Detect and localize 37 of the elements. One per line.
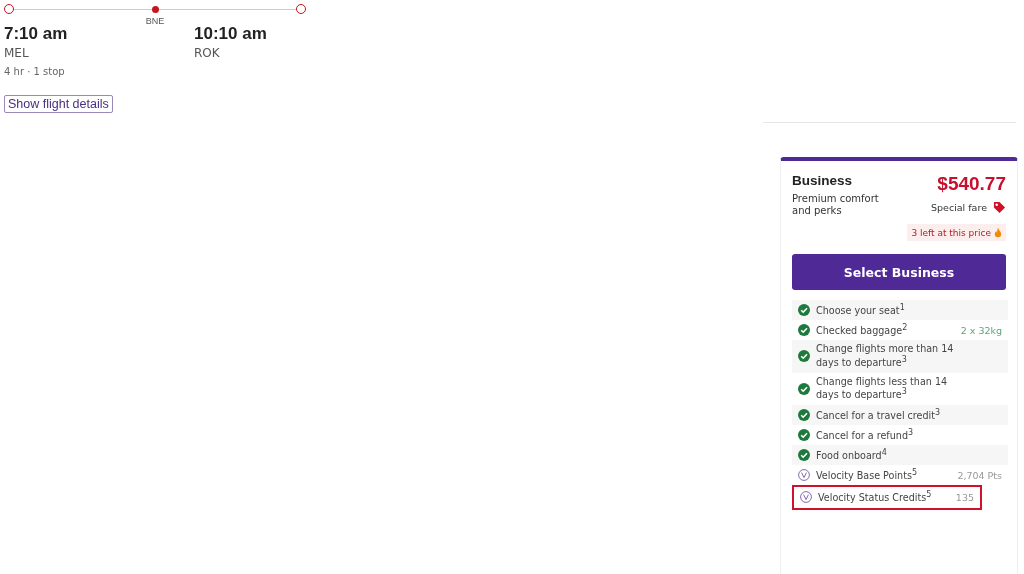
fare-description: Premium comfort and perks	[792, 193, 880, 217]
feature-value: 135	[955, 491, 974, 503]
arrival-time: 10:10 am	[194, 24, 268, 44]
feature-label: Cancel for a refund$^{3}$	[816, 427, 915, 442]
check-icon	[798, 408, 810, 421]
flight-summary: 4 hr · 1 stop	[4, 66, 66, 77]
special-fare-label: Special fare	[931, 202, 987, 213]
fare-price: $540.77	[936, 173, 1006, 195]
fare-name: Business	[792, 173, 854, 188]
feature-label: Velocity Base Points$^{5}$	[816, 468, 918, 483]
availability-badge: 3 left at this price	[907, 224, 1006, 241]
select-fare-button[interactable]: Select Business	[792, 254, 1006, 290]
show-details-button[interactable]: Show flight details	[4, 95, 113, 113]
stop-marker	[151, 5, 159, 13]
tag-icon	[993, 201, 1006, 214]
arrival-airport: ROK	[194, 46, 221, 60]
feature-label: Cancel for a travel credit$^{3}$	[816, 407, 942, 422]
check-icon	[798, 428, 810, 441]
check-icon	[798, 324, 810, 337]
check-icon	[798, 382, 810, 395]
feature-label: Choose your seat$^{1}$	[816, 303, 906, 318]
feature-label: Food onboard$^{4}$	[816, 448, 888, 463]
feature-value: 2 x 32kg	[960, 324, 1002, 336]
feature-label: Velocity Status Credits$^{5}$	[818, 490, 933, 505]
feature-value: 2,704 Pts	[957, 469, 1002, 481]
check-icon	[798, 449, 810, 462]
check-icon	[798, 350, 810, 363]
check-icon	[798, 304, 810, 317]
feature-label: Change flights less than 14 days to departure$^{3}$	[816, 375, 949, 402]
flame-icon	[994, 227, 1002, 238]
stop-code: BNE	[144, 16, 166, 26]
feature-label: Change flights more than 14 days to departure$^{3}$	[816, 343, 955, 370]
feature-label: Checked baggage$^{2}$	[816, 323, 909, 338]
velocity-logo-icon	[800, 491, 812, 504]
departure-airport: MEL	[4, 46, 30, 60]
velocity-logo-icon	[798, 469, 810, 482]
departure-time: 7:10 am	[4, 24, 69, 44]
